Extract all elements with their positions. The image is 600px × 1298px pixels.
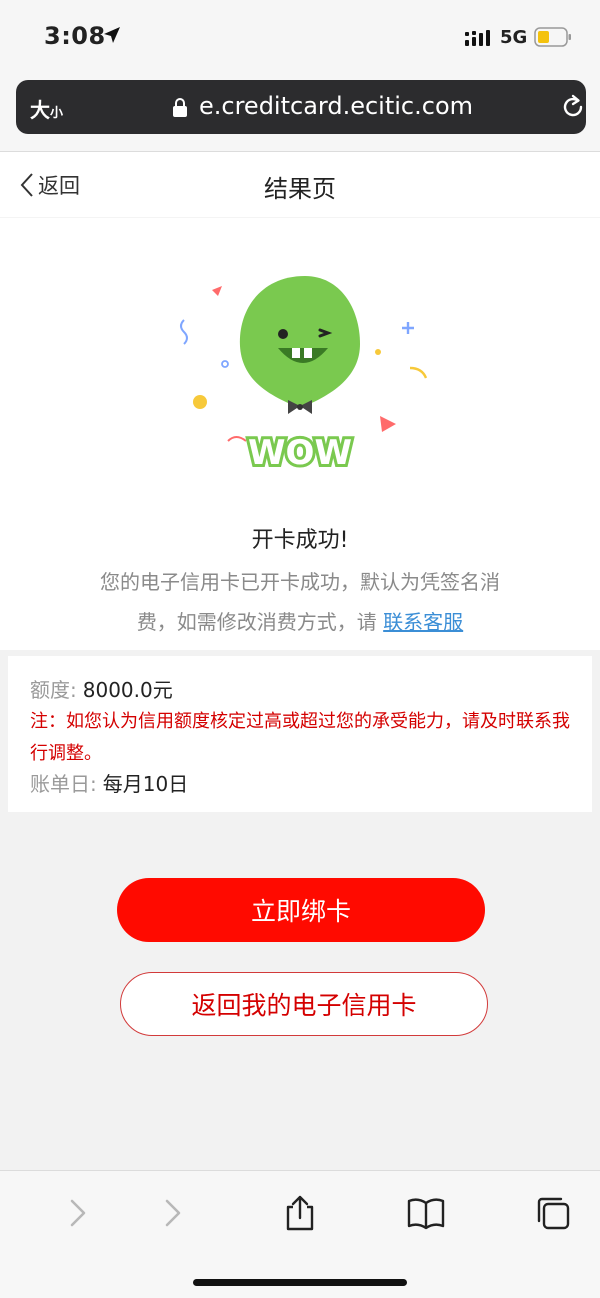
wow-text: WOW [248,433,352,473]
wow-balloon-illustration: WOW [180,276,428,476]
nav-bar: 返回 结果页 [0,152,600,218]
forward-icon[interactable] [153,1193,193,1233]
address-bar[interactable]: 大小 e.creditcard.ecitic.com [16,80,586,134]
bill-day-label: 账单日: [30,772,97,796]
signal-icon [465,30,490,46]
share-icon[interactable] [280,1193,320,1233]
confetti-ring [221,360,229,368]
result-description: 您的电子信用卡已开卡成功，默认为凭签名消费，如需修改消费方式，请 联系客服 [100,570,500,634]
confetti-triangle [212,286,222,296]
back-icon[interactable] [58,1193,98,1233]
tabs-icon[interactable] [533,1193,573,1233]
card-info-panel: 额度: 8000.0元 注：如您认为信用额度核定过高或超过您的承受能力，请及时联系… [8,656,592,812]
lock-icon [173,98,187,117]
credit-limit-note: 注：如您认为信用额度核定过高或超过您的承受能力，请及时联系我行调整。 [30,711,570,764]
bill-day-row: 账单日: 每月10日 [30,768,188,797]
battery-icon [534,27,571,47]
balloon-tooth [292,348,300,358]
network-label: 5G [500,27,528,48]
page-title: 结果页 [264,175,336,203]
confetti-plus [402,322,414,334]
balloon [239,276,360,408]
browser-address-area: 大小 e.creditcard.ecitic.com [0,72,600,152]
result-section: WOW 开卡成功! 您的电子信用卡已开卡成功，默认为凭签名消费，如需修改消费方式… [0,218,600,650]
bill-day-value: 每月10日 [102,772,189,796]
contact-service-link[interactable]: 联系客服 [383,610,463,634]
confetti-squiggle [180,319,188,345]
status-time: 3:08 [44,22,106,50]
result-title: 开卡成功! [251,528,349,553]
home-indicator [193,1279,407,1286]
confetti-triangle-right [380,416,396,432]
url-text[interactable]: e.creditcard.ecitic.com [199,92,473,120]
bookmarks-icon[interactable] [406,1193,446,1233]
text-size-button[interactable]: 大小 [30,94,63,123]
confetti-small-dot [375,349,381,355]
confetti-arc [227,436,247,442]
credit-limit-row: 额度: 8000.0元 [30,674,173,703]
status-bar: 3:08 5G [0,0,600,72]
confetti-curve [409,366,428,379]
reload-icon[interactable] [559,93,587,121]
back-to-card-button[interactable]: 返回我的电子信用卡 [120,972,488,1036]
confetti-dot [193,395,207,409]
credit-limit-label: 额度: [30,678,77,702]
browser-toolbar [0,1170,600,1298]
balloon-eye [278,329,288,339]
balloon-tooth [304,348,312,358]
credit-limit-value: 8000.0元 [82,678,173,702]
bind-card-button[interactable]: 立即绑卡 [117,878,485,942]
location-arrow-icon [104,27,120,43]
